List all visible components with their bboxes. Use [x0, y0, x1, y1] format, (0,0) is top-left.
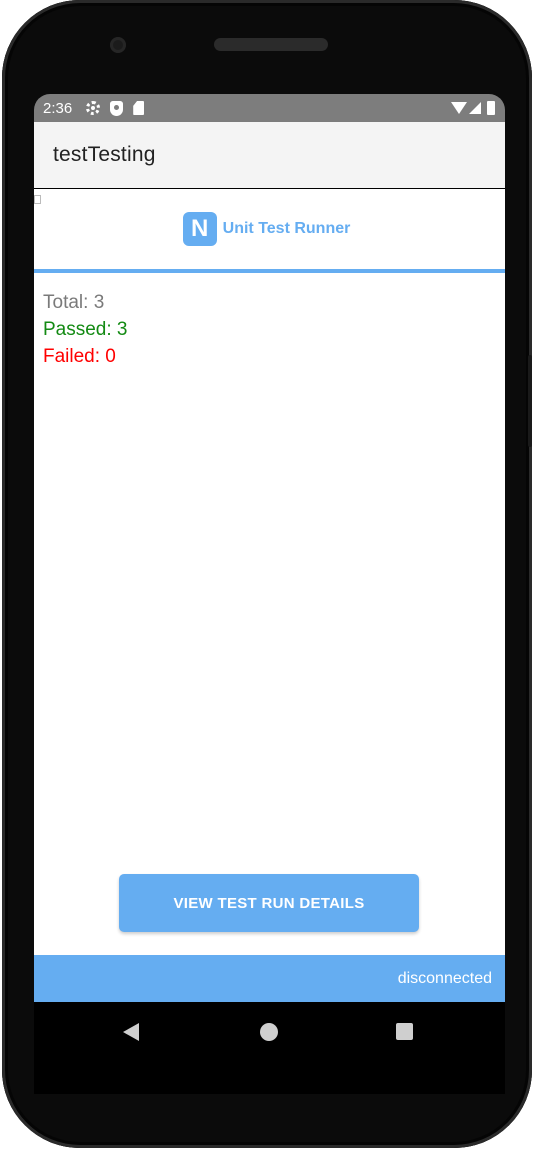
shield-icon [110, 100, 124, 116]
stat-total: Total: 3 [43, 292, 105, 313]
status-time: 2:36 [43, 99, 73, 117]
connection-status-bar: disconnected [34, 955, 505, 1002]
back-icon[interactable] [123, 1023, 139, 1041]
app-bar: testTesting [34, 122, 505, 188]
earpiece-speaker [214, 38, 328, 51]
home-icon[interactable] [260, 1023, 278, 1041]
sd-card-icon [133, 101, 145, 115]
header-divider [34, 269, 505, 273]
side-button [528, 355, 532, 447]
nativescript-logo-icon: N [182, 212, 217, 246]
navigation-bar [34, 1002, 505, 1062]
phone-frame: 2:36 testTesting N Unit Test Runner Tota… [2, 0, 532, 1148]
app-title: testTesting [53, 143, 156, 166]
recents-icon[interactable] [396, 1023, 413, 1040]
gear-icon [86, 101, 101, 115]
stat-passed: Passed: 3 [43, 319, 128, 340]
runner-title: Unit Test Runner [222, 220, 351, 237]
stat-failed: Failed: 0 [43, 346, 116, 367]
test-stats: Total: 3 Passed: 3 Failed: 0 [43, 289, 128, 370]
status-bar: 2:36 [34, 94, 505, 122]
device-screen: 2:36 testTesting N Unit Test Runner Tota… [34, 94, 505, 1094]
wifi-icon [451, 102, 467, 114]
status-right-icons [451, 101, 495, 115]
signal-icon [469, 102, 481, 114]
battery-icon [487, 101, 495, 115]
runner-header: N Unit Test Runner [34, 189, 505, 269]
connection-status: disconnected [397, 969, 492, 987]
front-camera [110, 37, 126, 53]
view-test-run-details-button[interactable]: VIEW TEST RUN DETAILS [119, 874, 419, 932]
main-content: N Unit Test Runner Total: 3 Passed: 3 Fa… [34, 189, 505, 955]
